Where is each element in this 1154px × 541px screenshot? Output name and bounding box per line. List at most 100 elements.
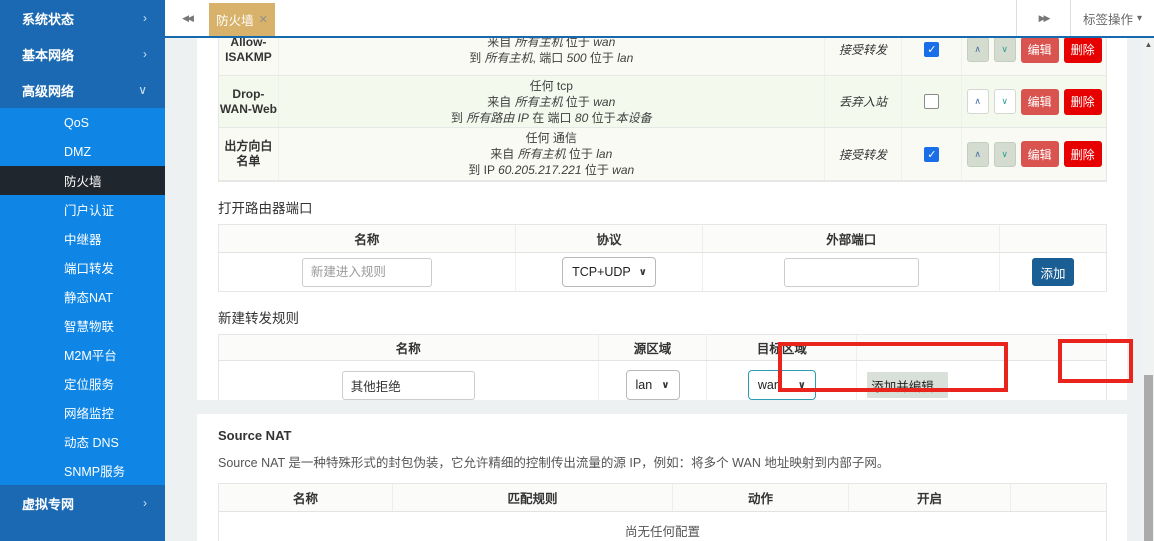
dropdown-caret-icon: ▾ (1137, 13, 1142, 24)
column-header-actions (1000, 225, 1106, 252)
sidebar-item-system-status[interactable]: 系统状态 › (0, 0, 165, 36)
move-down-button[interactable]: ∨ (994, 38, 1016, 62)
sidebar-item-firewall[interactable]: 防火墙 (0, 166, 165, 195)
sidebar-item-dynamic-dns[interactable]: 动态 DNS (0, 427, 165, 456)
move-up-button[interactable]: ∧ (967, 89, 989, 114)
rule-action: 接受转发 (825, 38, 903, 75)
column-header-actions (857, 335, 1106, 360)
chevron-right-icon: › (143, 47, 147, 61)
rule-enable-cell: ✓ (902, 38, 962, 75)
sidebar-item-qos[interactable]: QoS (0, 108, 165, 137)
external-port-input[interactable] (784, 258, 919, 287)
external-port-cell (703, 253, 1000, 291)
open-port-input-row: TCP+UDP ∨ 添加 (219, 253, 1106, 291)
sidebar-item-label: 端口转发 (64, 258, 114, 277)
column-header-name: 名称 (219, 484, 393, 511)
sidebar-item-portal-auth[interactable]: 门户认证 (0, 195, 165, 224)
tab-actions-dropdown[interactable]: 标签操作 ▾ (1070, 0, 1154, 36)
chevron-right-icon: › (143, 496, 147, 510)
rule-action: 接受转发 (825, 128, 903, 180)
forward-section-title: 新建转发规则 (218, 307, 1106, 327)
source-nat-table: 名称 匹配规则 动作 开启 尚无任何配置 (218, 483, 1107, 541)
sidebar-item-label: 网络监控 (64, 403, 114, 422)
add-and-edit-button[interactable]: 添加并编辑... (867, 372, 948, 398)
sidebar-item-static-nat[interactable]: 静态NAT (0, 282, 165, 311)
sidebar-item-snmp-service[interactable]: SNMP服务 (0, 456, 165, 485)
open-port-section-title: 打开路由器端口 (218, 197, 1106, 217)
edit-button[interactable]: 编辑 (1021, 141, 1059, 167)
rule-row-allow-isakmp: Allow-ISAKMP 来自 所有主机 位于 wan 到 所有主机, 端口 5… (219, 38, 1106, 76)
select-caret-icon: ∨ (798, 380, 806, 391)
move-up-button[interactable]: ∧ (967, 142, 989, 167)
tab-close-icon[interactable]: ✕ (259, 13, 268, 26)
sidebar-item-label: 系统状态 (22, 9, 74, 28)
forward-rule-table: 名称 源区域 目标区域 lan ∨ (218, 334, 1107, 400)
sidebar-item-m2m-platform[interactable]: M2M平台 (0, 340, 165, 369)
dest-zone-value: wan (758, 378, 781, 392)
sidebar-item-label: 基本网络 (22, 45, 74, 64)
rule-enable-cell (902, 76, 962, 127)
rule-enabled-checkbox[interactable] (924, 94, 939, 109)
edit-button[interactable]: 编辑 (1021, 89, 1059, 115)
source-zone-value: lan (636, 378, 653, 392)
chevron-down-icon: ∨ (138, 83, 147, 97)
vertical-scrollbar[interactable]: ▲ (1143, 38, 1154, 541)
select-caret-icon: ∨ (639, 267, 647, 278)
sidebar-item-dmz[interactable]: DMZ (0, 137, 165, 166)
forward-header-row: 名称 源区域 目标区域 (219, 335, 1106, 361)
dest-zone-select[interactable]: wan ∨ (748, 370, 816, 400)
scrollbar-thumb[interactable] (1144, 375, 1153, 541)
source-zone-cell: lan ∨ (599, 361, 708, 400)
scroll-tabs-right-icon[interactable]: ▶▶ (1016, 0, 1070, 36)
delete-button[interactable]: 删除 (1064, 89, 1102, 115)
chevron-right-icon: › (143, 11, 147, 25)
edit-button[interactable]: 编辑 (1021, 38, 1059, 63)
sidebar-item-basic-network[interactable]: 基本网络 › (0, 36, 165, 72)
move-down-button[interactable]: ∨ (994, 89, 1016, 114)
sidebar-item-smart-iot[interactable]: 智慧物联 (0, 311, 165, 340)
new-rule-name-input[interactable] (302, 258, 432, 287)
sidebar-item-repeater[interactable]: 中继器 (0, 224, 165, 253)
scrollbar-up-arrow-icon[interactable]: ▲ (1143, 40, 1154, 49)
column-header-protocol: 协议 (516, 225, 704, 252)
sidebar-item-label: SNMP服务 (64, 461, 125, 480)
sidebar-item-advanced-network[interactable]: 高级网络 ∨ (0, 72, 165, 108)
rule-match-line: 来自 所有主机 位于 lan (490, 146, 612, 162)
firewall-card: Allow-ISAKMP 来自 所有主机 位于 wan 到 所有主机, 端口 5… (197, 38, 1127, 400)
scroll-tabs-left-icon[interactable]: ◀◀ (175, 13, 199, 24)
rule-name: Drop-WAN-Web (219, 76, 279, 127)
delete-button[interactable]: 删除 (1064, 38, 1102, 63)
column-header-extra (1011, 484, 1106, 511)
protocol-cell: TCP+UDP ∨ (516, 253, 704, 291)
move-down-button[interactable]: ∨ (994, 142, 1016, 167)
tab-firewall[interactable]: 防火墙 ✕ (209, 3, 275, 36)
protocol-select[interactable]: TCP+UDP ∨ (562, 257, 656, 287)
sidebar-item-label: DMZ (64, 145, 91, 159)
delete-button[interactable]: 删除 (1064, 141, 1102, 167)
forward-rule-name-input[interactable] (342, 371, 475, 400)
rule-match-line: 来自 所有主机 位于 wan (487, 94, 615, 110)
traffic-rules-table: Allow-ISAKMP 来自 所有主机 位于 wan 到 所有主机, 端口 5… (218, 38, 1107, 182)
sidebar-item-port-forward[interactable]: 端口转发 (0, 253, 165, 282)
rule-enabled-checkbox[interactable]: ✓ (924, 42, 939, 57)
page-content: Allow-ISAKMP 来自 所有主机 位于 wan 到 所有主机, 端口 5… (165, 38, 1154, 541)
name-cell (219, 361, 599, 400)
sidebar-item-network-monitor[interactable]: 网络监控 (0, 398, 165, 427)
source-zone-select[interactable]: lan ∨ (626, 370, 680, 400)
tab-bar: ◀◀ 防火墙 ✕ ▶▶ 标签操作 ▾ (165, 0, 1154, 38)
rule-buttons-cell: ∧ ∨ 编辑 删除 (962, 128, 1106, 180)
sidebar-item-label: QoS (64, 116, 89, 130)
tab-label: 防火墙 (216, 10, 254, 29)
empty-state-text: 尚无任何配置 (219, 512, 1106, 541)
sidebar-item-label: 门户认证 (64, 200, 114, 219)
rule-enabled-checkbox[interactable]: ✓ (924, 147, 939, 162)
add-edit-cell: 添加并编辑... (857, 361, 1106, 400)
add-button[interactable]: 添加 (1032, 258, 1074, 286)
rule-row-outbound-whitelist: 出方向白名单 任何 通信 来自 所有主机 位于 lan 到 IP 60.205.… (219, 128, 1106, 181)
rule-action: 丢弃入站 (825, 76, 903, 127)
open-port-header-row: 名称 协议 外部端口 (219, 225, 1106, 253)
move-up-button[interactable]: ∧ (967, 38, 989, 62)
sidebar-item-vpn[interactable]: 虚拟专网 › (0, 485, 165, 521)
sidebar-item-location-service[interactable]: 定位服务 (0, 369, 165, 398)
column-header-name: 名称 (219, 335, 599, 360)
